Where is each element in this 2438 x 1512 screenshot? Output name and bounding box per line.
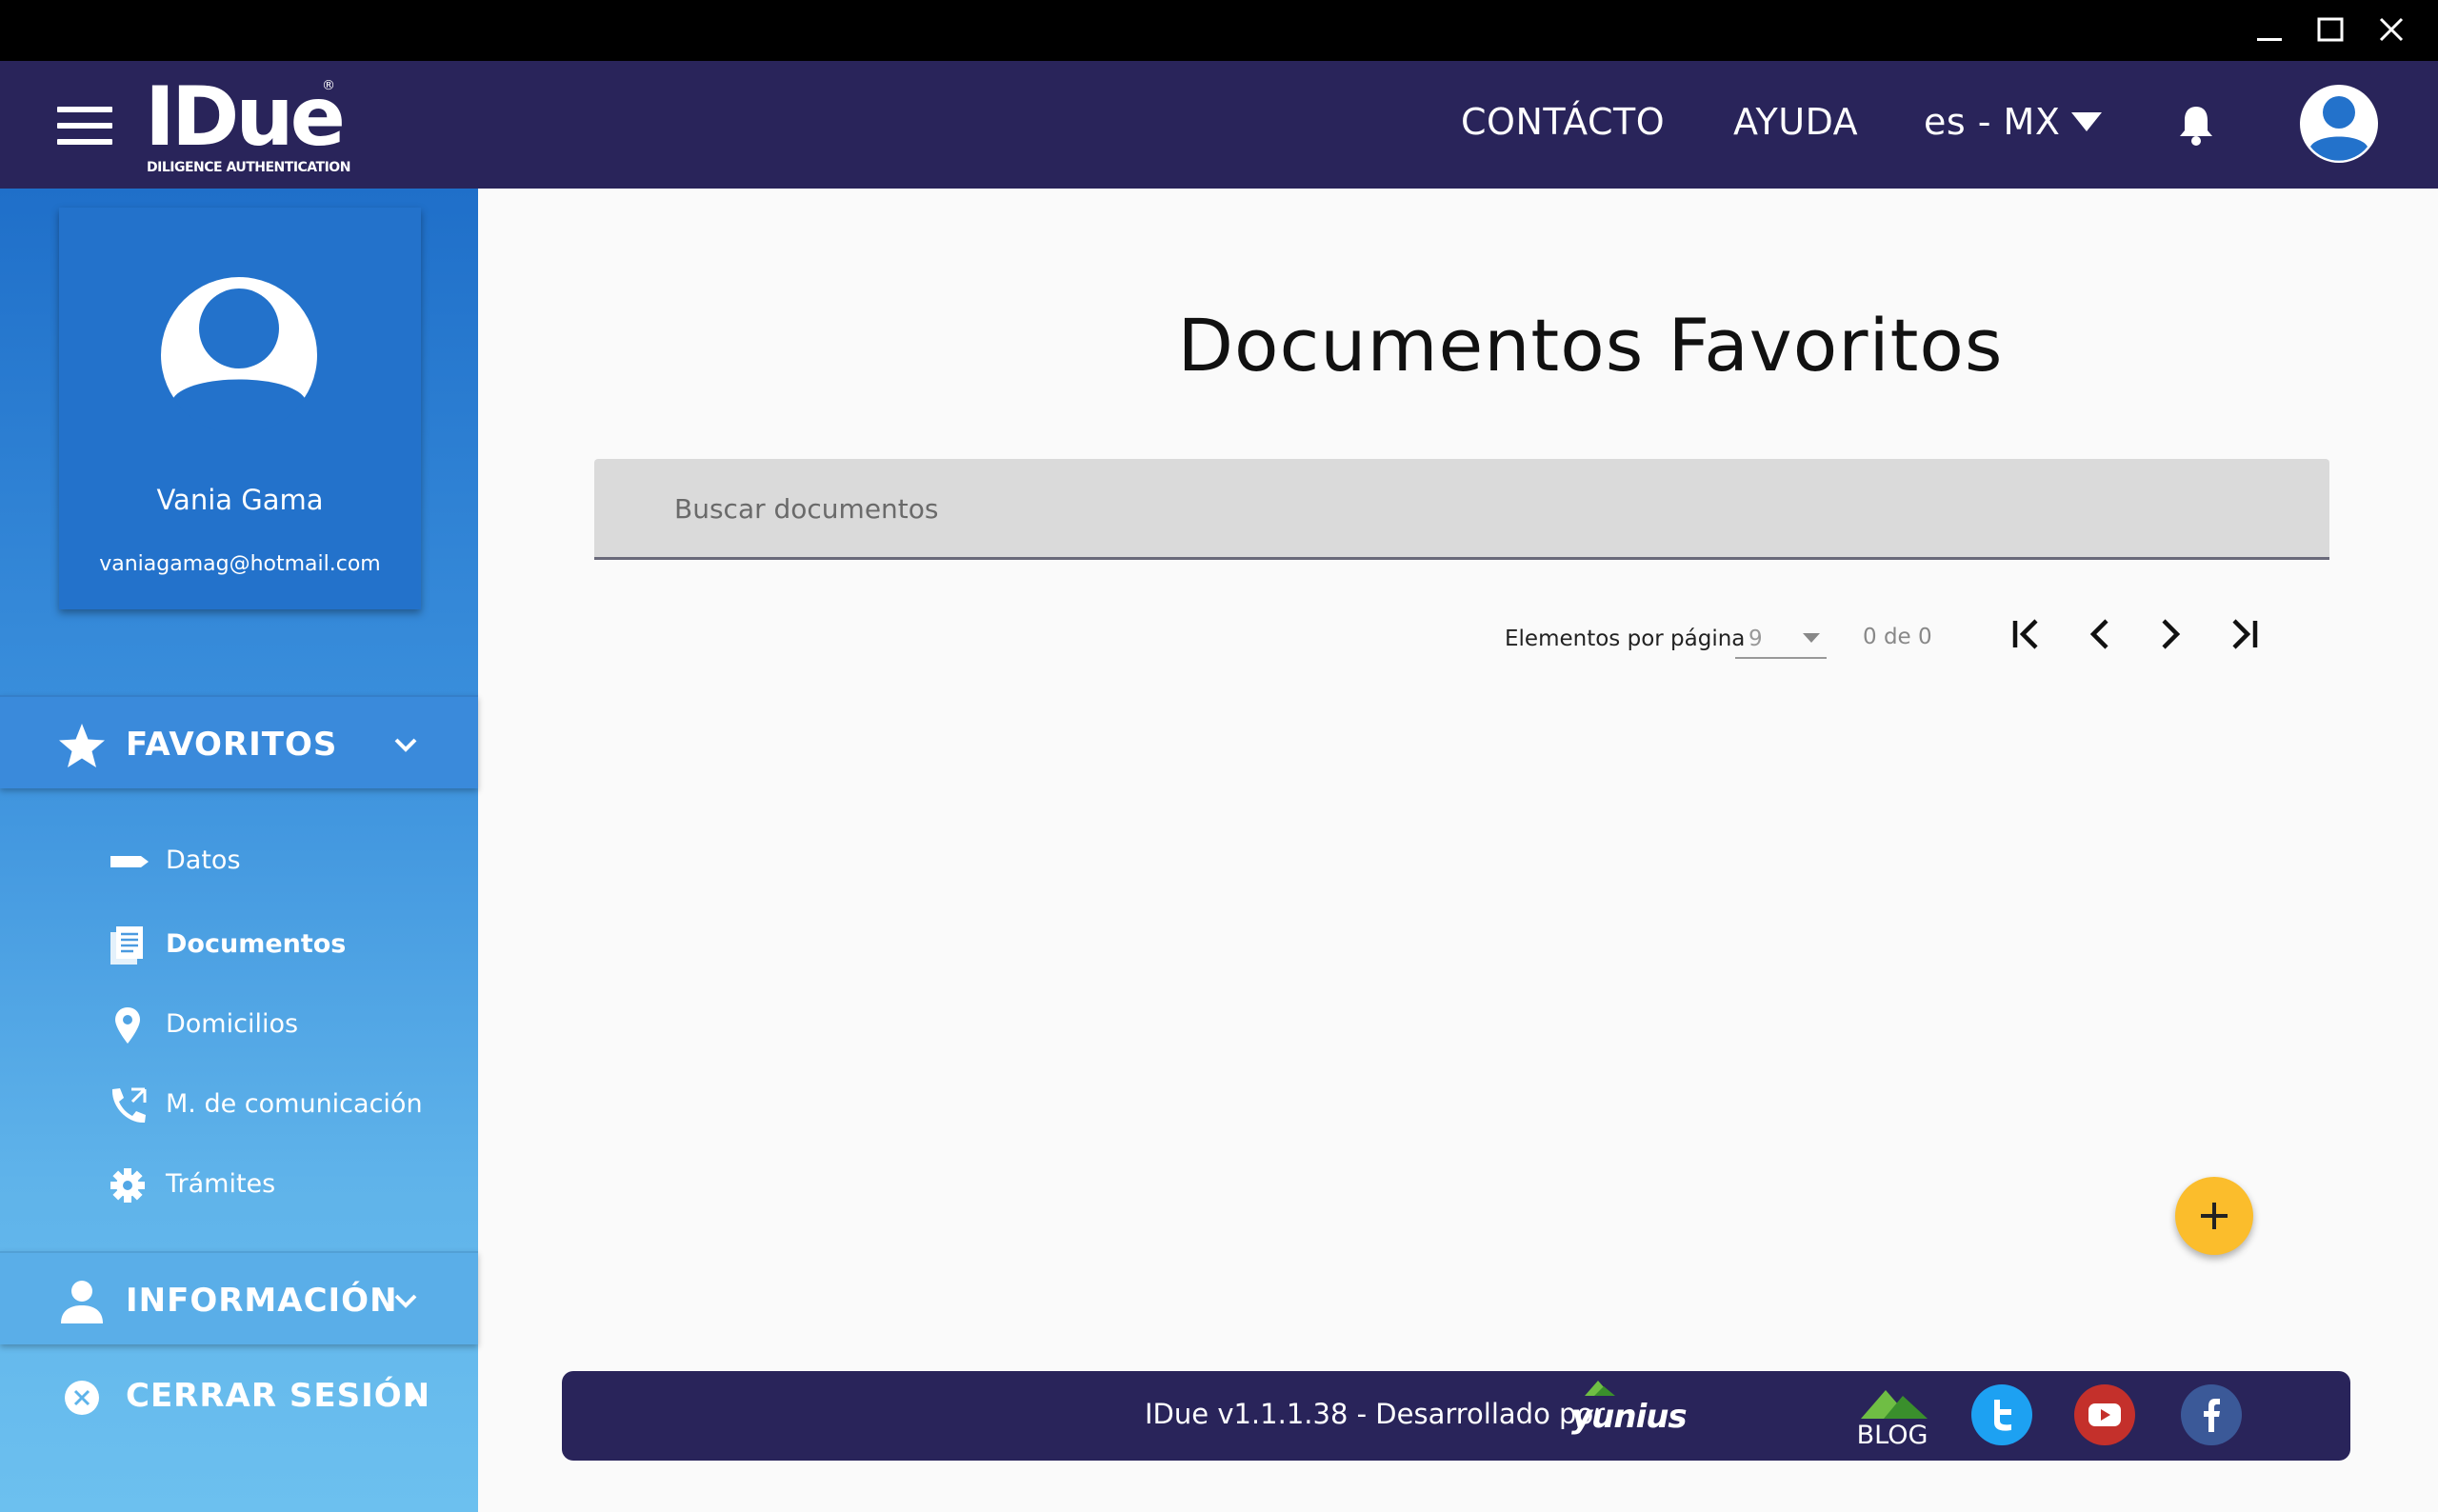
twitter-button[interactable] xyxy=(1971,1384,2032,1445)
search-field[interactable] xyxy=(594,459,2329,560)
maximize-icon[interactable] xyxy=(2314,13,2348,48)
sidebar-item-documentos[interactable]: Documentos xyxy=(0,916,478,973)
sidebar-item-comunicacion[interactable]: M. de comunicación xyxy=(0,1076,478,1133)
blog-link[interactable]: BLOG xyxy=(1851,1381,1933,1453)
yunius-logo[interactable]: yunius xyxy=(1571,1375,1688,1451)
footer-version-text: IDue v1.1.1.38 - Desarrollado por xyxy=(1145,1398,1606,1430)
star-icon xyxy=(59,724,105,767)
sidebar: Vania Gama vaniagamag@hotmail.com FAVORI… xyxy=(0,189,478,1512)
plus-icon xyxy=(2201,1203,2228,1229)
language-value: es - MX xyxy=(1924,101,2061,143)
user-avatar-icon[interactable] xyxy=(2299,84,2379,164)
app-footer: IDue v1.1.1.38 - Desarrollado por yunius… xyxy=(562,1371,2350,1461)
logout-button[interactable]: CERRAR SESIÓN xyxy=(0,1348,478,1442)
youtube-icon xyxy=(2088,1403,2121,1426)
location-pin-icon xyxy=(115,1007,140,1044)
page-size-select[interactable]: 9 xyxy=(1735,621,1827,659)
sidebar-section-label: FAVORITOS xyxy=(126,726,338,764)
hamburger-line xyxy=(57,139,112,145)
close-circle-icon xyxy=(65,1381,99,1415)
document-icon xyxy=(110,926,143,965)
chevron-down-icon xyxy=(394,1294,417,1308)
pager-range: 0 de 0 xyxy=(1863,625,1932,649)
facebook-icon xyxy=(2204,1399,2220,1432)
phone-icon xyxy=(111,1087,147,1124)
sidebar-item-label: M. de comunicación xyxy=(166,1089,423,1119)
page-title: Documentos Favoritos xyxy=(1177,303,2004,388)
user-icon xyxy=(61,1281,103,1323)
profile-name: Vania Gama xyxy=(156,484,324,516)
sidebar-item-tramites[interactable]: Trámites xyxy=(0,1156,478,1213)
blog-leaf-icon xyxy=(1861,1390,1928,1419)
window-titlebar xyxy=(0,0,2438,61)
logout-label: CERRAR SESIÓN xyxy=(126,1377,431,1415)
next-page-icon[interactable] xyxy=(2148,613,2190,655)
first-page-icon[interactable] xyxy=(2006,613,2048,655)
sidebar-item-label: Documentos xyxy=(166,929,347,959)
yunius-brand-text: yunius xyxy=(1571,1398,1688,1436)
close-icon[interactable] xyxy=(2375,13,2409,48)
app-logo[interactable]: IDue ® DILIGENCE AUTHENTICATION xyxy=(145,70,350,179)
pager-label: Elementos por página xyxy=(1505,627,1746,651)
page-size-value: 9 xyxy=(1749,627,1763,651)
caret-down-icon xyxy=(2071,112,2103,131)
hamburger-line xyxy=(57,123,112,129)
nav-contacto-link[interactable]: CONTÁCTO xyxy=(1461,101,1665,143)
sidebar-item-label: Trámites xyxy=(166,1169,276,1199)
sidebar-item-label: Domicilios xyxy=(166,1009,299,1039)
gear-icon xyxy=(110,1168,145,1203)
youtube-button[interactable] xyxy=(2074,1384,2135,1445)
logo-text: IDue xyxy=(145,70,346,165)
app-header: IDue ® DILIGENCE AUTHENTICATION CONTÁCTO… xyxy=(0,61,2438,189)
sidebar-section-label: INFORMACIÓN xyxy=(126,1282,398,1320)
caret-right-icon xyxy=(408,1386,419,1405)
twitter-icon xyxy=(1994,1400,2011,1431)
sidebar-item-datos[interactable]: Datos xyxy=(0,832,478,889)
logo-subtitle: DILIGENCE AUTHENTICATION xyxy=(147,160,350,175)
notification-bell-icon[interactable] xyxy=(2177,103,2215,147)
facebook-button[interactable] xyxy=(2181,1384,2242,1445)
last-page-icon[interactable] xyxy=(2223,613,2265,655)
sidebar-section-informacion[interactable]: INFORMACIÓN xyxy=(0,1251,478,1344)
previous-page-icon[interactable] xyxy=(2080,613,2122,655)
sidebar-item-label: Datos xyxy=(166,846,241,875)
label-icon xyxy=(110,856,149,867)
add-document-button[interactable] xyxy=(2175,1177,2253,1255)
logo-registered: ® xyxy=(322,78,335,93)
nav-ayuda-link[interactable]: AYUDA xyxy=(1733,101,1858,143)
menu-button[interactable] xyxy=(57,107,112,145)
profile-avatar-icon xyxy=(161,277,317,434)
chevron-down-icon xyxy=(394,738,417,752)
profile-card: Vania Gama vaniagamag@hotmail.com xyxy=(59,208,421,609)
caret-down-icon xyxy=(1803,633,1820,643)
sidebar-item-domicilios[interactable]: Domicilios xyxy=(0,996,478,1053)
minimize-icon[interactable] xyxy=(2253,13,2288,48)
search-input[interactable] xyxy=(674,487,2293,529)
sidebar-section-favoritos[interactable]: FAVORITOS xyxy=(0,695,478,788)
hamburger-line xyxy=(57,107,112,112)
blog-label: BLOG xyxy=(1856,1421,1928,1450)
language-selector[interactable]: es - MX xyxy=(1924,101,2104,143)
profile-email: vaniagamag@hotmail.com xyxy=(99,552,381,576)
